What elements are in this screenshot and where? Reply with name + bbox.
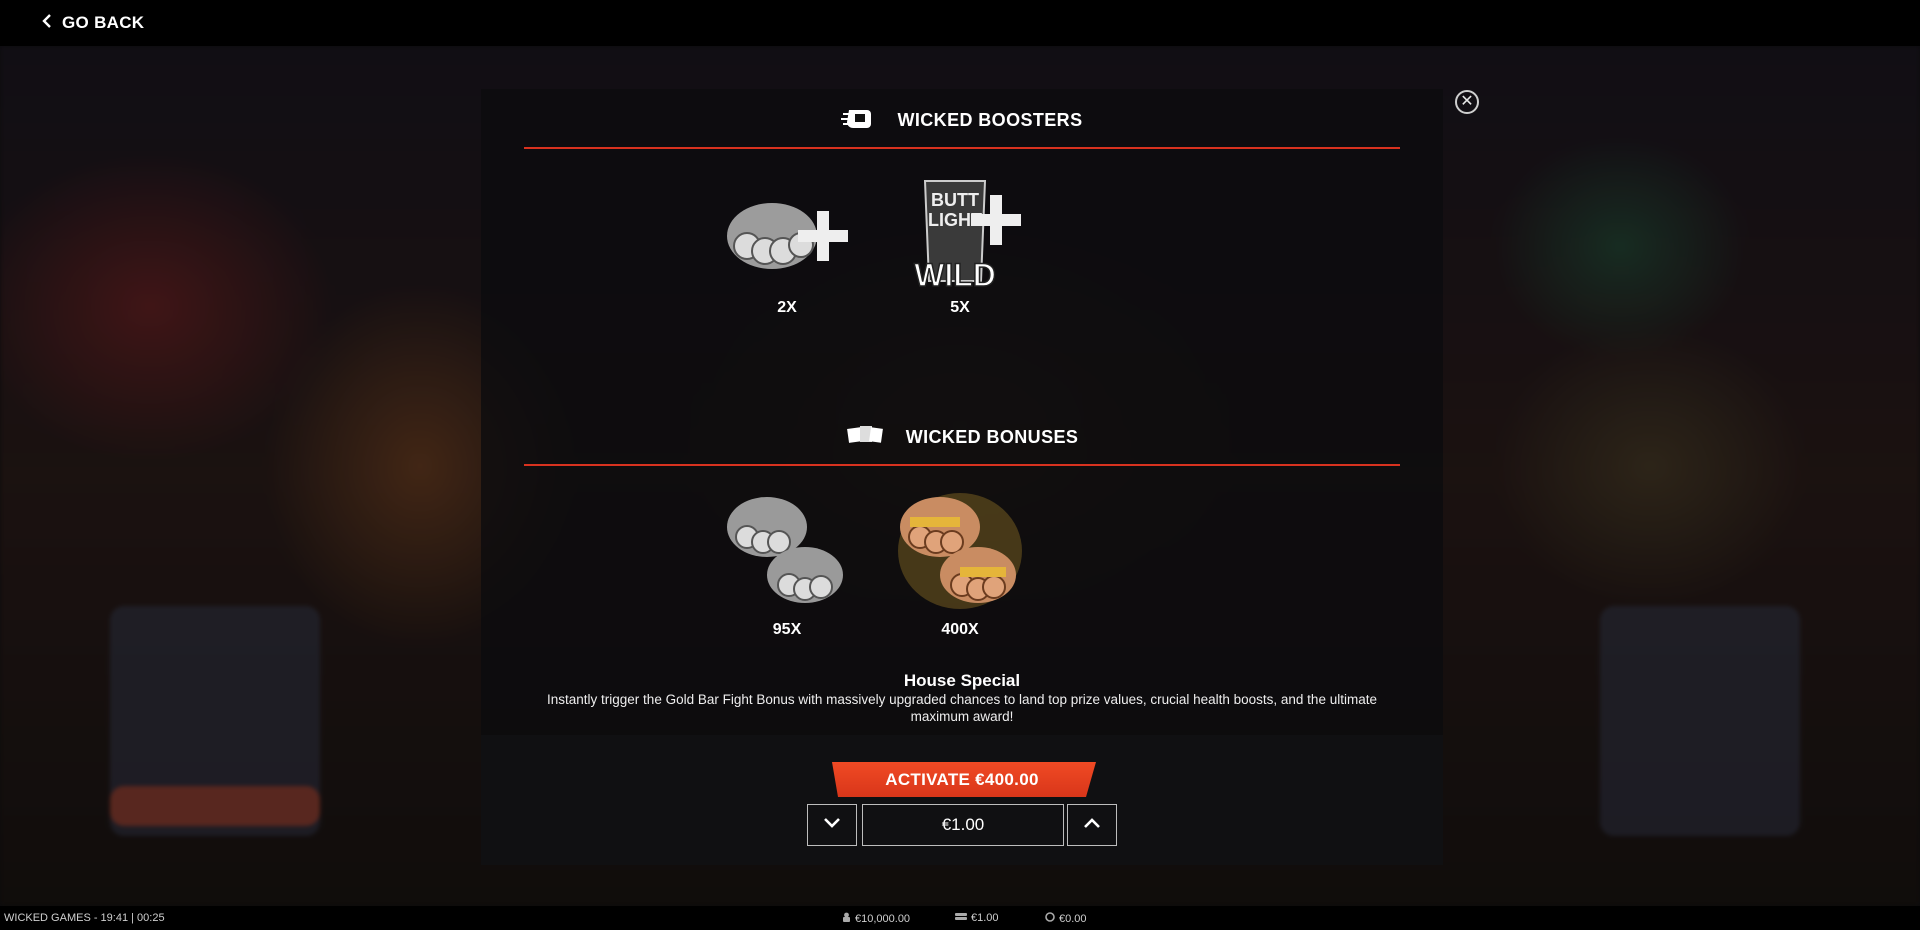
boosters-title: WICKED BOOSTERS: [897, 109, 1083, 130]
stake-value: €1.00: [862, 804, 1064, 846]
wallet-icon: [842, 912, 851, 925]
chevron-up-icon: [1083, 816, 1101, 834]
can-text-wild: WILD: [914, 257, 996, 291]
boosters-divider: [524, 147, 1400, 149]
activate-label: ACTIVATE €400.00: [885, 769, 1039, 789]
can-text-butt: BUTT: [931, 190, 979, 210]
top-bar: GO BACK: [0, 0, 1920, 46]
bonus-multiplier: 95X: [772, 621, 802, 638]
stake-decrease-button[interactable]: [807, 804, 857, 846]
go-back-label: GO BACK: [62, 13, 145, 32]
chevron-down-icon: [823, 816, 841, 834]
booster-item-butt-light-wild[interactable]: BUTT LIGHT WILD 5X: [890, 171, 1030, 317]
bet-value: €1.00: [971, 912, 999, 924]
booster-multiplier: 5X: [950, 299, 970, 316]
description-title: House Special: [903, 671, 1021, 690]
boosters-header: WICKED BOOSTERS: [481, 100, 1443, 140]
chip-stack-icon: [955, 912, 967, 924]
status-bar: WICKED GAMES - 19:41 | 00:25 €10,000.00 …: [0, 906, 1920, 930]
bonus-logo-icon: [846, 422, 884, 453]
bonus-multiplier: 400X: [941, 621, 979, 638]
balance-value: €10,000.00: [855, 912, 911, 925]
go-back-button[interactable]: GO BACK: [42, 10, 144, 36]
booster-item-last-fist[interactable]: 2X: [717, 171, 857, 317]
gold-double-fist-icon: [890, 487, 1030, 613]
balance-readout: €10,000.00: [842, 912, 910, 925]
win-readout: €0.00: [1045, 912, 1087, 925]
win-value: €0.00: [1059, 912, 1087, 925]
coin-icon: [1045, 912, 1055, 925]
bet-readout: €1.00: [955, 912, 999, 924]
butt-light-wild-plus-icon: BUTT LIGHT WILD: [890, 171, 1030, 291]
bonuses-title: WICKED BONUSES: [905, 426, 1079, 447]
session-info: WICKED GAMES - 19:41 | 00:25: [4, 912, 165, 924]
activate-button[interactable]: ACTIVATE €400.00: [828, 762, 1096, 797]
close-icon[interactable]: ✕: [1455, 90, 1479, 114]
bonuses-header: WICKED BONUSES: [481, 417, 1443, 457]
booster-modal: WICKED BOOSTERS 2X BUTT LIGHT WILD 5X WI…: [481, 89, 1443, 865]
bonuses-divider: [524, 464, 1400, 466]
chevron-left-icon: [42, 13, 52, 33]
fist-logo-icon: [841, 104, 875, 137]
silver-fist-plus-icon: [717, 171, 857, 291]
stake-increase-button[interactable]: [1067, 804, 1117, 846]
bonus-item-last-call-gold[interactable]: 400X: [890, 487, 1030, 639]
booster-multiplier: 2X: [777, 299, 797, 316]
bonus-item-last-call-silver[interactable]: 95X: [717, 487, 857, 639]
description-text: Instantly trigger the Gold Bar Fight Bon…: [547, 692, 1377, 724]
silver-double-fist-icon: [717, 487, 857, 613]
